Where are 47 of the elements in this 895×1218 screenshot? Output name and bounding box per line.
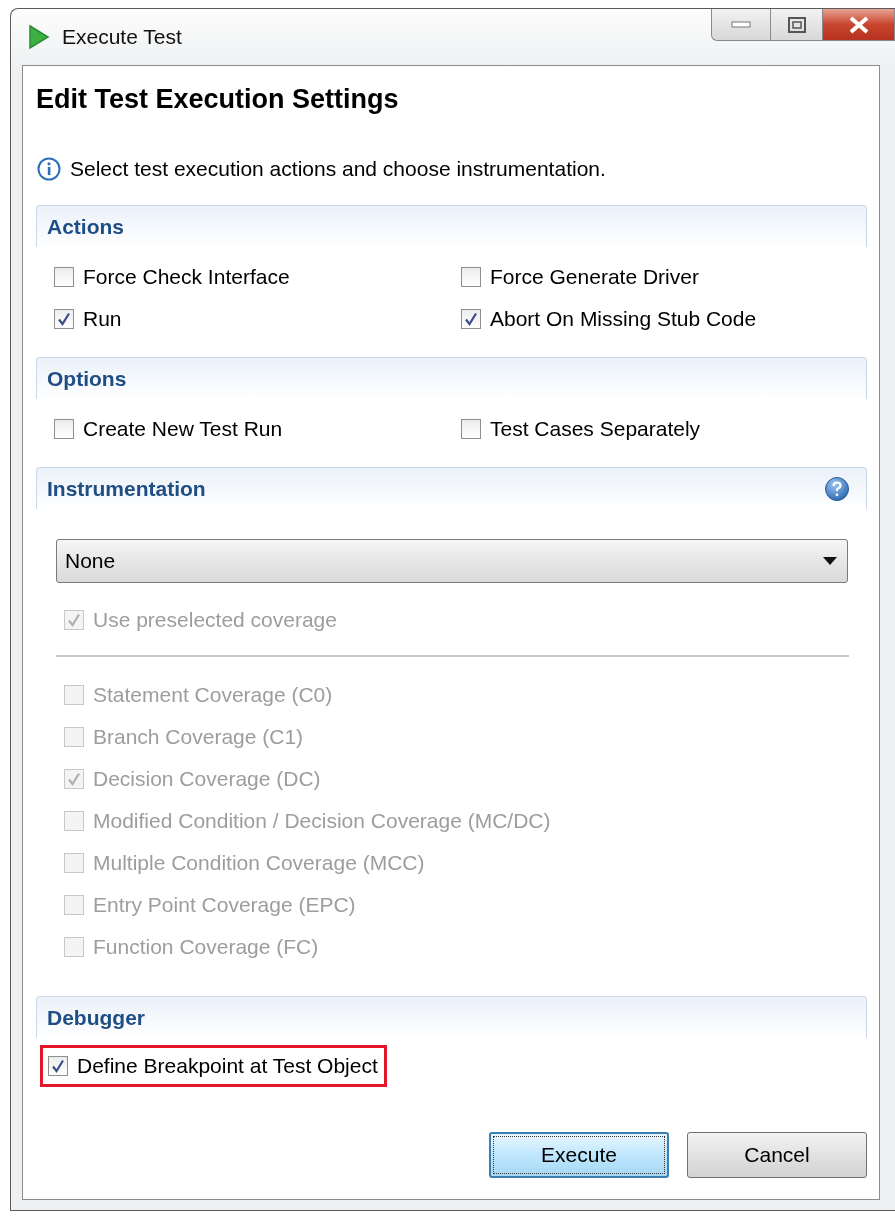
checkbox-label: Abort On Missing Stub Code bbox=[490, 307, 757, 331]
checkbox[interactable] bbox=[54, 267, 74, 287]
checkbox-label: Decision Coverage (DC) bbox=[93, 767, 321, 791]
checkbox-label: Function Coverage (FC) bbox=[93, 935, 319, 959]
checkbox-label: Force Check Interface bbox=[83, 265, 290, 289]
help-icon[interactable] bbox=[824, 475, 850, 502]
info-message: Select test execution actions and choose instrumentation. bbox=[70, 157, 606, 181]
checkbox-label: Multiple Condition Coverage (MCC) bbox=[93, 851, 425, 875]
checkbox[interactable] bbox=[54, 419, 74, 439]
checkbox[interactable] bbox=[461, 267, 481, 287]
checkbox[interactable] bbox=[48, 1056, 68, 1076]
checkbox[interactable] bbox=[461, 309, 481, 329]
check-mark-icon bbox=[67, 772, 81, 786]
checkbox-label: Define Breakpoint at Test Object bbox=[77, 1054, 378, 1078]
checkbox-label: Test Cases Separately bbox=[490, 417, 701, 441]
checkbox-label: Statement Coverage (C0) bbox=[93, 683, 333, 707]
checkbox-label: Run bbox=[83, 307, 122, 331]
instrumentation-dropdown[interactable]: None bbox=[56, 539, 848, 583]
section-title: Debugger bbox=[47, 1005, 145, 1030]
close-button[interactable] bbox=[823, 9, 895, 41]
minimize-button[interactable] bbox=[711, 9, 771, 41]
checkbox-label: Entry Point Coverage (EPC) bbox=[93, 893, 356, 917]
section-title: Actions bbox=[47, 214, 124, 239]
checkbox-label: Force Generate Driver bbox=[490, 265, 699, 289]
check-mark-icon bbox=[464, 312, 478, 326]
checkbox-label: Modified Condition / Decision Coverage (MC/DC) bbox=[93, 809, 551, 833]
window-title: Execute Test bbox=[62, 25, 182, 49]
info-icon bbox=[37, 157, 61, 181]
check-mark-icon bbox=[67, 613, 81, 627]
maximize-button[interactable] bbox=[771, 9, 823, 41]
section-title: Options bbox=[47, 366, 127, 391]
checkbox-label: Branch Coverage (C1) bbox=[93, 725, 304, 749]
checkbox-label: Create New Test Run bbox=[83, 417, 283, 441]
checkbox[interactable] bbox=[54, 309, 74, 329]
checkbox-label: Use preselected coverage bbox=[93, 608, 337, 632]
close-icon bbox=[847, 15, 870, 34]
check-mark-icon bbox=[57, 312, 71, 326]
default-button[interactable]: Execute bbox=[489, 1132, 669, 1178]
dialog-button[interactable]: Cancel bbox=[687, 1132, 867, 1178]
dropdown-arrow-icon bbox=[823, 557, 837, 565]
maximize-icon bbox=[787, 16, 806, 33]
dialog-heading: Edit Test Execution Settings bbox=[36, 84, 400, 116]
minimize-icon bbox=[731, 20, 751, 29]
checkbox[interactable] bbox=[461, 419, 481, 439]
section-title: Instrumentation bbox=[47, 476, 206, 501]
check-mark-icon bbox=[51, 1059, 65, 1073]
play-icon bbox=[28, 24, 50, 50]
